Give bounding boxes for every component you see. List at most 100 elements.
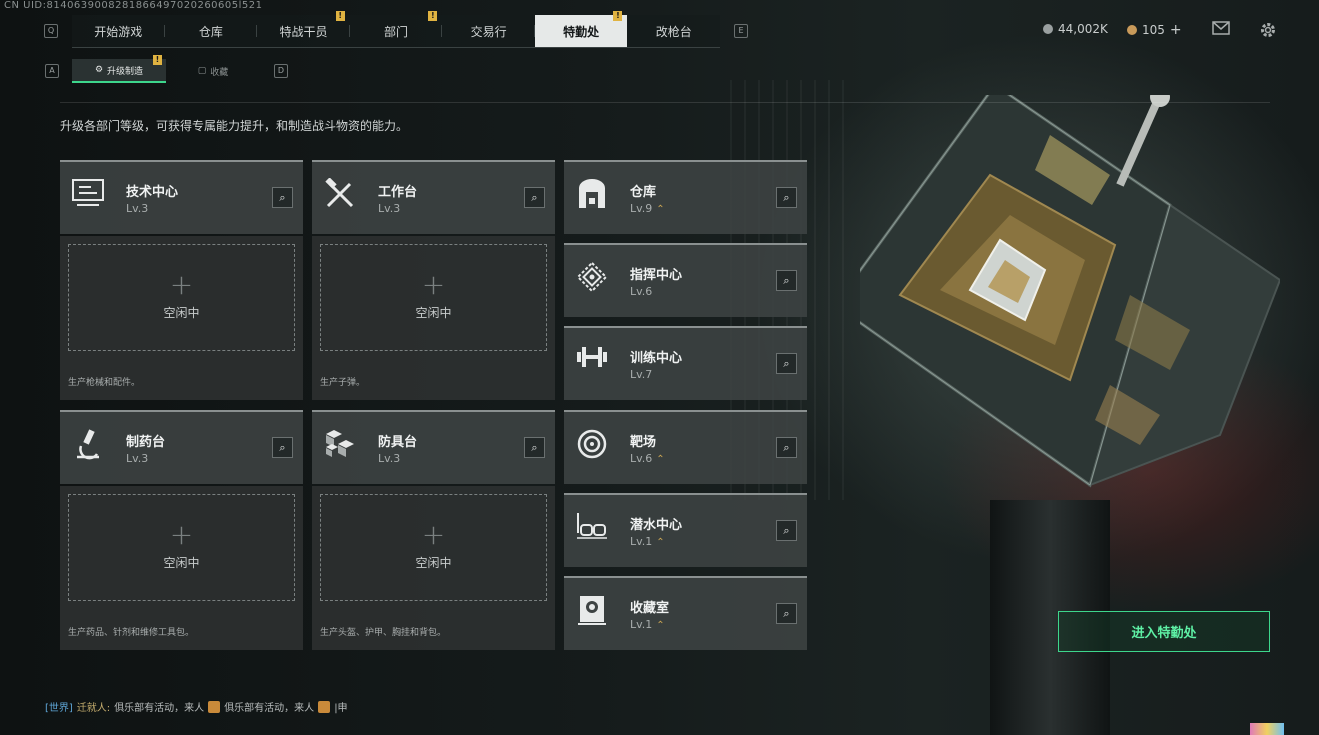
idle-slot[interactable]: + 空闲中	[68, 244, 295, 351]
workshop-note: 生产枪械和配件。	[68, 378, 141, 388]
chat-sender[interactable]: 迁就人:	[77, 699, 110, 714]
workshop-slot-workbench[interactable]: + 空闲中 生产子弹。	[312, 236, 555, 400]
workshop-note: 生产头盔、护甲、胸挂和背包。	[320, 628, 447, 638]
chat-message: 俱乐部有活动，来人	[224, 703, 315, 714]
search-icon[interactable]: ⌕	[524, 187, 545, 208]
workshop-title: 技术中心	[126, 185, 179, 200]
workshop-card-workbench[interactable]: 工作台 Lv.3 ⌕	[312, 160, 555, 234]
warehouse-icon	[574, 178, 610, 214]
idle-status: 空闲中	[415, 306, 452, 320]
search-icon[interactable]: ⌕	[776, 437, 797, 458]
tools-icon	[322, 177, 358, 214]
department-title: 收藏室	[630, 601, 670, 616]
tab-trading[interactable]: 交易行	[442, 15, 535, 47]
upgrade-available-icon: ⌃	[656, 454, 665, 465]
search-icon[interactable]: ⌕	[776, 187, 797, 208]
chat-message-tail: |申	[334, 703, 348, 714]
workshop-card-armory[interactable]: 防具台 Lv.3 ⌕	[312, 410, 555, 484]
notification-badge: !	[613, 11, 623, 21]
workshop-title: 制药台	[126, 435, 166, 450]
nav-next-key-hint: E	[734, 24, 748, 38]
department-level: Lv.6	[630, 285, 653, 298]
special-ops-cube-artwork	[832, 82, 1282, 515]
plus-icon: +	[421, 268, 446, 301]
department-title: 靶场	[630, 435, 657, 450]
tab-gunsmith[interactable]: 改枪台	[627, 15, 720, 47]
coin-icon	[1043, 24, 1053, 34]
diving-mask-icon	[574, 511, 610, 547]
avatar[interactable]	[1250, 723, 1284, 735]
page-description: 升级各部门等级，可获得专属能力提升，和制造战斗物资的能力。	[60, 119, 409, 133]
notification-badge: !	[428, 11, 438, 21]
top-navigation: 开始游戏 仓库 特战干员! 部门! 交易行 特勤处! 改枪台	[72, 11, 720, 48]
department-card-collection-room[interactable]: 收藏室 Lv.1 ⌃ ⌕	[564, 576, 807, 650]
collection-icon: ▢	[197, 66, 207, 76]
search-icon[interactable]: ⌕	[272, 437, 293, 458]
collection-icon	[574, 594, 610, 630]
idle-status: 空闲中	[163, 306, 200, 320]
department-level: Lv.1 ⌃	[630, 535, 665, 548]
workshop-level: Lv.3	[126, 202, 149, 215]
microscope-icon	[70, 428, 106, 464]
search-icon[interactable]: ⌕	[776, 603, 797, 624]
workshop-level: Lv.3	[378, 202, 401, 215]
token-balance[interactable]: 105 +	[1127, 22, 1182, 38]
chat-message: 俱乐部有活动，来人	[114, 703, 205, 714]
search-icon[interactable]: ⌕	[272, 187, 293, 208]
workshop-card-pharmacy[interactable]: 制药台 Lv.3 ⌕	[60, 410, 303, 484]
enter-special-ops-button[interactable]: 进入特勤处	[1058, 611, 1270, 652]
search-icon[interactable]: ⌕	[524, 437, 545, 458]
search-icon[interactable]: ⌕	[776, 270, 797, 291]
nav-prev-key-hint: Q	[44, 24, 58, 38]
add-currency-button[interactable]: +	[1170, 22, 1182, 38]
tab-special-ops[interactable]: 特勤处!	[534, 11, 628, 47]
tab-upgrade-craft[interactable]: ⚙ 升级制造 !	[72, 55, 166, 83]
department-card-command-center[interactable]: 指挥中心 Lv.6 ⌕	[564, 243, 807, 317]
department-card-diving-center[interactable]: 潜水中心 Lv.1 ⌃ ⌕	[564, 493, 807, 567]
world-chat[interactable]: [世界] 迁就人: 俱乐部有活动，来人 俱乐部有活动，来人 |申	[45, 699, 348, 714]
subnav-next-key-hint: D	[274, 64, 288, 78]
workshop-slot-pharmacy[interactable]: + 空闲中 生产药品、针剂和维修工具包。	[60, 486, 303, 650]
tab-departments[interactable]: 部门!	[350, 11, 443, 47]
department-card-training-center[interactable]: 训练中心 Lv.7 ⌕	[564, 326, 807, 400]
idle-status: 空闲中	[163, 556, 200, 570]
tab-warehouse[interactable]: 仓库	[165, 15, 258, 47]
idle-slot[interactable]: + 空闲中	[320, 244, 547, 351]
coin-balance[interactable]: 44,002K	[1043, 22, 1108, 36]
upgrade-available-icon: ⌃	[656, 537, 665, 548]
search-icon[interactable]: ⌕	[776, 520, 797, 541]
mail-icon[interactable]	[1211, 21, 1231, 39]
tab-start-game[interactable]: 开始游戏	[72, 15, 165, 47]
idle-status: 空闲中	[415, 556, 452, 570]
tab-collection[interactable]: ▢ 收藏	[166, 59, 260, 83]
token-icon	[1127, 25, 1137, 35]
idle-slot[interactable]: + 空闲中	[320, 494, 547, 601]
department-title: 指挥中心	[630, 268, 683, 283]
dumbbell-icon	[574, 344, 610, 380]
user-uid: CN UID:8140639008281866497020260605l521	[4, 0, 263, 11]
upgrade-available-icon: ⌃	[656, 204, 665, 215]
workshop-slot-armory[interactable]: + 空闲中 生产头盔、护甲、胸挂和背包。	[312, 486, 555, 650]
gift-icon	[208, 700, 221, 713]
workshop-level: Lv.3	[378, 452, 401, 465]
workshop-note: 生产子弹。	[320, 378, 366, 388]
plus-icon: +	[421, 518, 446, 551]
workshop-note: 生产药品、针剂和维修工具包。	[68, 628, 195, 638]
workshop-card-tech-center[interactable]: 技术中心 Lv.3 ⌕	[60, 160, 303, 234]
search-icon[interactable]: ⌕	[776, 353, 797, 374]
department-title: 仓库	[630, 185, 657, 200]
department-level: Lv.1 ⌃	[630, 618, 665, 631]
department-card-shooting-range[interactable]: 靶场 Lv.6 ⌃ ⌕	[564, 410, 807, 484]
plus-icon: +	[169, 518, 194, 551]
divider	[60, 102, 1270, 103]
gear-icon[interactable]	[1258, 21, 1278, 39]
workshop-slot-tech-center[interactable]: + 空闲中 生产枪械和配件。	[60, 236, 303, 400]
target-icon	[574, 428, 610, 464]
tab-operators[interactable]: 特战干员!	[257, 11, 350, 47]
department-title: 潜水中心	[630, 518, 683, 533]
department-title: 训练中心	[630, 351, 683, 366]
sub-navigation: ⚙ 升级制造 ! ▢ 收藏	[72, 55, 260, 83]
department-card-warehouse[interactable]: 仓库 Lv.9 ⌃ ⌕	[564, 160, 807, 234]
workshop-title: 防具台	[378, 435, 418, 450]
idle-slot[interactable]: + 空闲中	[68, 494, 295, 601]
